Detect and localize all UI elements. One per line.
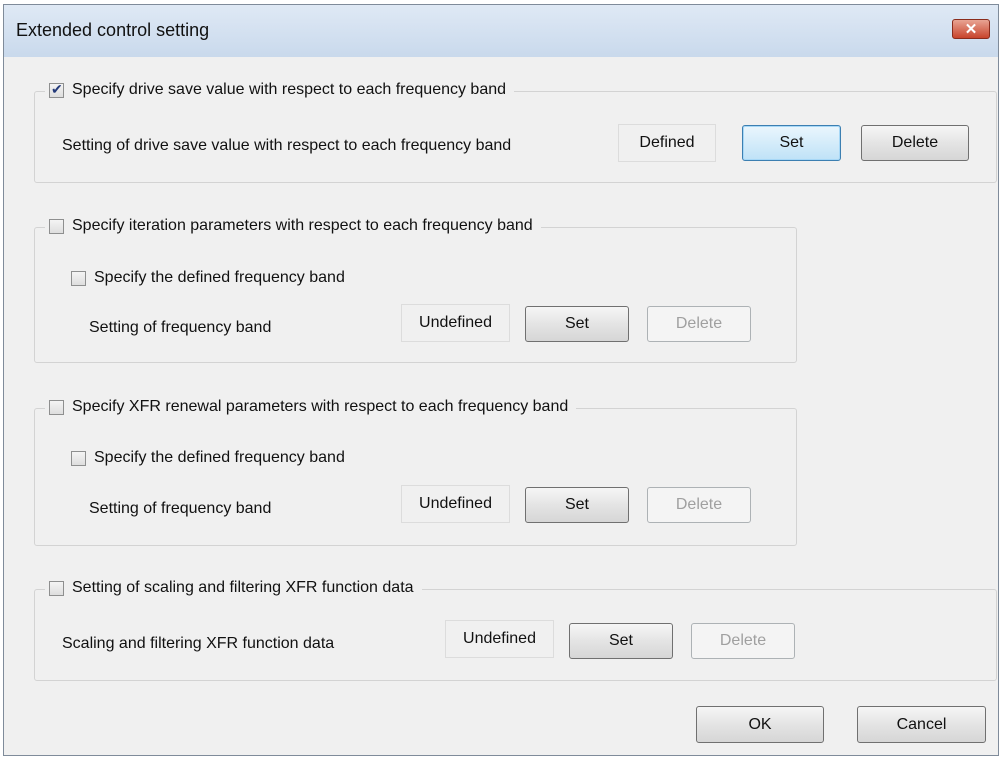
iteration-checkbox-label: Specify iteration parameters with respec… bbox=[72, 217, 533, 234]
xfr-status: Undefined bbox=[401, 485, 510, 523]
scaling-filter-set-button[interactable]: Set bbox=[569, 623, 673, 659]
xfr-renewal-checkbox[interactable] bbox=[49, 399, 64, 415]
scaling-filter-checkbox-row[interactable]: Setting of scaling and filtering XFR fun… bbox=[45, 579, 422, 597]
drive-save-group: Specify drive save value with respect to… bbox=[34, 81, 997, 183]
xfr-renewal-checkbox-row[interactable]: Specify XFR renewal parameters with resp… bbox=[45, 398, 577, 416]
scaling-filter-group: Setting of scaling and filtering XFR fun… bbox=[34, 579, 997, 681]
extended-control-dialog: Extended control setting Specify drive s… bbox=[3, 4, 999, 756]
iteration-sub-checkbox-row[interactable]: Specify the defined frequency band bbox=[71, 269, 345, 287]
iteration-defined-band-label: Specify the defined frequency band bbox=[94, 269, 345, 286]
iteration-set-label: Set bbox=[564, 315, 589, 332]
xfr-setting-label: Setting of frequency band bbox=[89, 500, 272, 517]
drive-save-delete-button[interactable]: Delete bbox=[861, 125, 969, 161]
scaling-filter-delete-label: Delete bbox=[719, 632, 767, 649]
drive-save-setting-label: Setting of drive save value with respect… bbox=[62, 137, 512, 154]
iteration-status: Undefined bbox=[401, 304, 510, 342]
scaling-filter-status: Undefined bbox=[445, 620, 554, 658]
iteration-delete-label: Delete bbox=[675, 315, 723, 332]
iteration-group: Specify iteration parameters with respec… bbox=[34, 217, 797, 363]
xfr-renewal-checkbox-label: Specify XFR renewal parameters with resp… bbox=[72, 398, 569, 415]
scaling-filter-set-label: Set bbox=[608, 632, 633, 649]
scaling-filter-delete-button[interactable]: Delete bbox=[691, 623, 795, 659]
dialog-body: Specify drive save value with respect to… bbox=[10, 57, 997, 749]
drive-save-delete-label: Delete bbox=[891, 134, 939, 151]
xfr-set-button[interactable]: Set bbox=[525, 487, 629, 523]
dialog-title: Extended control setting bbox=[16, 20, 210, 40]
iteration-delete-button[interactable]: Delete bbox=[647, 306, 751, 342]
scaling-filter-status-text: Undefined bbox=[463, 630, 536, 647]
iteration-setting-label: Setting of frequency band bbox=[89, 319, 272, 336]
title-bar: Extended control setting bbox=[4, 5, 998, 57]
scaling-filter-checkbox[interactable] bbox=[49, 580, 64, 596]
xfr-delete-button[interactable]: Delete bbox=[647, 487, 751, 523]
xfr-defined-band-label: Specify the defined frequency band bbox=[94, 449, 345, 466]
xfr-status-text: Undefined bbox=[419, 495, 492, 512]
cancel-label: Cancel bbox=[896, 715, 947, 733]
xfr-sub-checkbox-row[interactable]: Specify the defined frequency band bbox=[71, 449, 345, 467]
drive-save-set-button[interactable]: Set bbox=[742, 125, 841, 161]
drive-save-checkbox[interactable] bbox=[49, 81, 64, 98]
drive-save-set-label: Set bbox=[779, 134, 804, 151]
drive-save-status-text: Defined bbox=[639, 134, 695, 151]
drive-save-checkbox-row[interactable]: Specify drive save value with respect to… bbox=[45, 81, 515, 99]
xfr-renewal-group: Specify XFR renewal parameters with resp… bbox=[34, 398, 797, 546]
iteration-status-text: Undefined bbox=[419, 314, 492, 331]
iteration-defined-band-checkbox[interactable] bbox=[71, 270, 86, 286]
ok-label: OK bbox=[748, 715, 772, 733]
ok-button[interactable]: OK bbox=[696, 706, 824, 743]
xfr-defined-band-checkbox[interactable] bbox=[71, 450, 86, 466]
scaling-filter-setting-label: Scaling and filtering XFR function data bbox=[62, 635, 335, 652]
close-button[interactable] bbox=[952, 19, 990, 39]
drive-save-checkbox-label: Specify drive save value with respect to… bbox=[72, 81, 507, 98]
iteration-checkbox[interactable] bbox=[49, 218, 64, 234]
scaling-filter-checkbox-label: Setting of scaling and filtering XFR fun… bbox=[72, 579, 414, 596]
xfr-set-label: Set bbox=[564, 496, 589, 513]
cancel-button[interactable]: Cancel bbox=[857, 706, 986, 743]
iteration-checkbox-row[interactable]: Specify iteration parameters with respec… bbox=[45, 217, 541, 235]
iteration-set-button[interactable]: Set bbox=[525, 306, 629, 342]
drive-save-status: Defined bbox=[618, 124, 716, 162]
xfr-delete-label: Delete bbox=[675, 496, 723, 513]
